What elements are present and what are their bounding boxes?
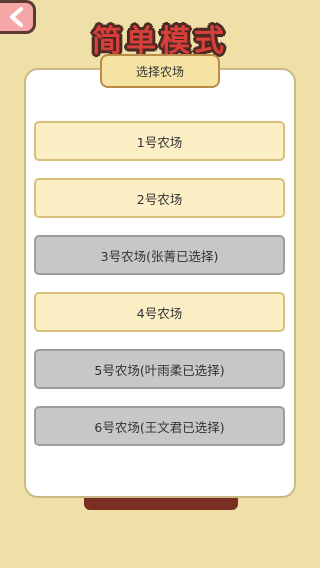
farm-5-button[interactable]: 5号农场(叶雨柔已选择) — [34, 349, 285, 389]
panel-header: 选择农场 — [100, 54, 220, 88]
farm-4-button[interactable]: 4号农场 — [34, 292, 285, 332]
farm-2-button[interactable]: 2号农场 — [34, 178, 285, 218]
panel-bottom-decoration — [84, 496, 238, 510]
farm-1-button[interactable]: 1号农场 — [34, 121, 285, 161]
farm-6-button[interactable]: 6号农场(王文君已选择) — [34, 406, 285, 446]
farm-3-button[interactable]: 3号农场(张菁已选择) — [34, 235, 285, 275]
